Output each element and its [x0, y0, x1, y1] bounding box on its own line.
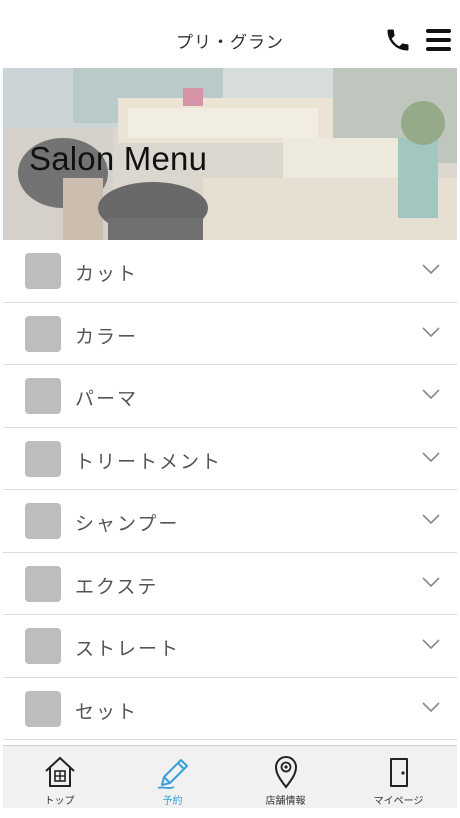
door-icon: [390, 758, 408, 787]
phone-icon: [387, 29, 409, 51]
chevron-down-icon: [422, 576, 440, 587]
tab-top[interactable]: トップ: [3, 746, 116, 809]
home-icon: [45, 756, 75, 787]
tab-label: トップ: [44, 796, 75, 807]
tab-reservation[interactable]: 予約: [116, 746, 229, 809]
menu-bar: [426, 38, 451, 42]
menu-item-shampoo[interactable]: シャンプー: [3, 490, 457, 553]
chevron-down-icon: [422, 389, 440, 400]
menu-item-thumbnail: [25, 690, 61, 727]
hero-banner: Salon Menu: [3, 68, 457, 240]
chevron-down-icon: [422, 451, 440, 462]
chevron-down-icon: [422, 701, 440, 712]
chevron-down-icon: [422, 326, 440, 337]
chevron-down-icon: [422, 264, 440, 275]
chevron-down-icon: [422, 639, 440, 650]
hero-title: Salon Menu: [29, 140, 208, 177]
menu-item-extension[interactable]: エクステ: [3, 552, 457, 615]
menu-item-color[interactable]: カラー: [3, 302, 457, 365]
menu-item-label: シャンプー: [75, 513, 180, 535]
tab-shop-info[interactable]: 店舗情報: [229, 746, 342, 809]
menu-item-label: セット: [75, 700, 139, 723]
menu-bar: [426, 47, 451, 51]
tab-label: マイページ: [373, 796, 424, 807]
phone-button[interactable]: [384, 26, 412, 54]
menu-item-thumbnail: [25, 503, 61, 539]
menu-item-thumbnail: [25, 253, 61, 289]
menu-item-label: カラー: [75, 325, 139, 348]
menu-item-thumbnail: [25, 565, 61, 602]
menu-item-thumbnail: [25, 315, 61, 352]
tab-label: 店舗情報: [265, 796, 306, 807]
menu-bar: [426, 29, 451, 33]
pencil-icon: [157, 759, 188, 790]
menu-item-treatment[interactable]: トリートメント: [3, 427, 457, 490]
menu-item-set[interactable]: セット: [3, 677, 457, 740]
menu-item-thumbnail: [25, 628, 61, 664]
menu-item-perm[interactable]: パーマ: [3, 365, 457, 428]
menu-item-label: エクステ: [75, 575, 159, 598]
menu-item-label: カット: [75, 263, 139, 285]
menu-item-thumbnail: [25, 440, 61, 477]
bottom-tab-bar: トップ 予約 店舗情報 マイページ: [3, 745, 457, 808]
menu-item-label: パーマ: [75, 388, 139, 410]
tab-my-page[interactable]: マイページ: [342, 746, 455, 809]
menu-item-label: ストレート: [75, 638, 181, 660]
chevron-down-icon: [422, 514, 440, 525]
app-header: プリ・グラン: [0, 0, 460, 68]
menu-item-cut[interactable]: カット: [3, 240, 457, 303]
map-pin-icon: [274, 756, 298, 789]
menu-item-straight[interactable]: ストレート: [3, 615, 457, 678]
hamburger-menu-button[interactable]: [424, 26, 454, 54]
menu-item-thumbnail: [25, 378, 61, 414]
menu-item-label: トリートメント: [75, 450, 223, 473]
salon-menu-list: カット カラー パーマ トリートメント シャンプー エクステ ストレート セット: [3, 240, 457, 740]
tab-label: 予約: [162, 796, 183, 807]
